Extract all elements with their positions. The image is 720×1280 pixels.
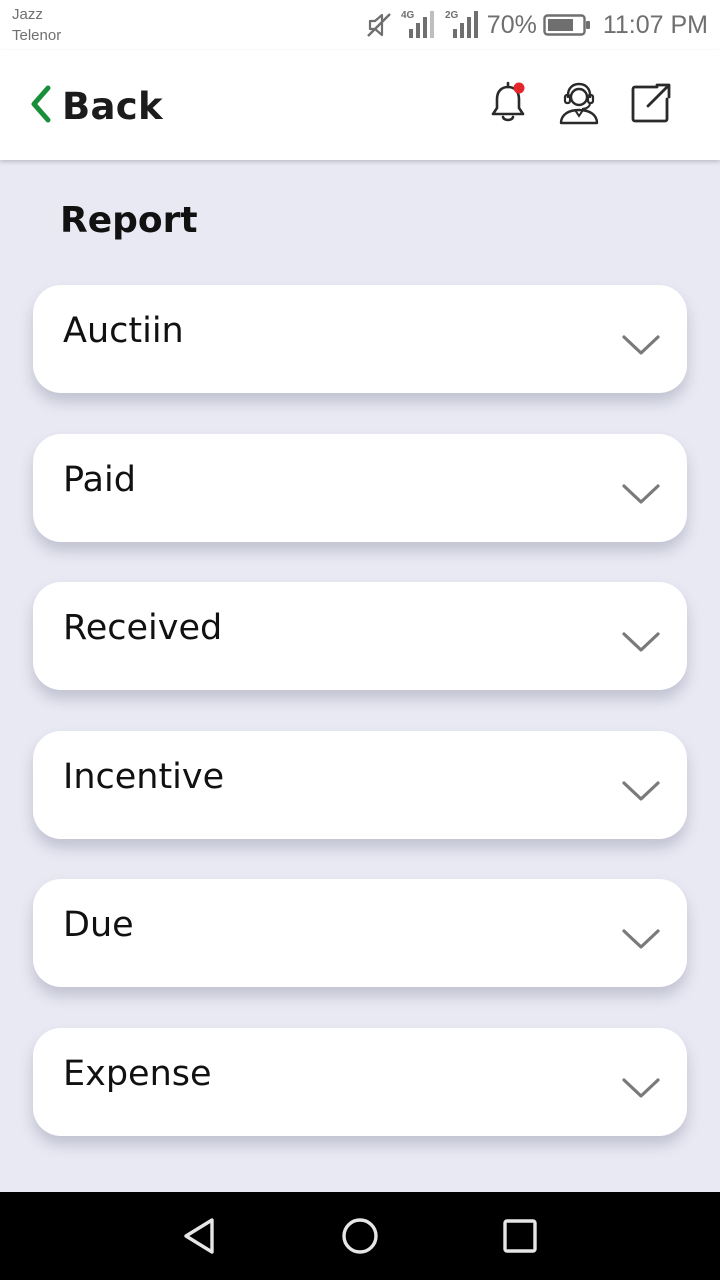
carrier-info: Jazz Telenor xyxy=(12,4,61,46)
signal-4g-icon: 4G xyxy=(399,9,437,41)
report-item-received[interactable]: Received xyxy=(33,582,687,690)
report-item-label: Auctiin xyxy=(63,311,184,351)
notification-dot xyxy=(513,82,525,94)
carrier-name-1: Jazz xyxy=(12,6,43,23)
chevron-down-icon xyxy=(621,482,661,510)
external-link-icon xyxy=(629,81,673,129)
back-triangle-icon xyxy=(180,1216,220,1260)
carrier-name-2: Telenor xyxy=(12,27,62,44)
back-label: Back xyxy=(62,84,163,128)
report-item-label: Due xyxy=(63,905,134,945)
status-bar: Jazz Telenor 4G 2G 70% 11:07 PM xyxy=(0,0,720,50)
chevron-left-icon xyxy=(28,84,54,128)
bell-icon xyxy=(488,81,528,129)
page-title: Report xyxy=(60,200,198,241)
report-item-due[interactable]: Due xyxy=(33,879,687,987)
report-item-label: Received xyxy=(63,608,223,648)
app-bar: Back xyxy=(0,50,720,160)
battery-icon xyxy=(543,13,591,37)
support-agent-icon xyxy=(557,81,601,129)
chevron-down-icon xyxy=(621,779,661,807)
battery-percent: 70% xyxy=(486,10,537,39)
report-item-incentive[interactable]: Incentive xyxy=(33,730,687,839)
chevron-down-icon xyxy=(621,630,661,658)
notifications-button[interactable] xyxy=(483,80,533,130)
recents-square-icon xyxy=(500,1216,540,1260)
mute-icon xyxy=(365,11,393,39)
chevron-down-icon xyxy=(621,927,661,955)
signal-2g-icon: 2G xyxy=(443,9,481,41)
report-item-expense[interactable]: Expense xyxy=(33,1027,687,1136)
chevron-down-icon xyxy=(621,1076,661,1104)
back-button[interactable]: Back xyxy=(28,80,163,132)
report-item-label: Paid xyxy=(63,459,136,500)
nav-home-button[interactable] xyxy=(332,1210,388,1266)
report-item-auction[interactable]: Auctiin xyxy=(33,285,687,393)
network-2g-label: 2G xyxy=(445,10,459,21)
report-item-paid[interactable]: Paid xyxy=(33,433,687,542)
report-item-label: Incentive xyxy=(63,756,225,797)
nav-back-button[interactable] xyxy=(172,1210,228,1266)
home-circle-icon xyxy=(340,1216,380,1260)
clock: 11:07 PM xyxy=(602,10,708,39)
status-icons: 4G 2G 70% 11:07 PM xyxy=(365,7,708,43)
network-4g-label: 4G xyxy=(401,10,415,21)
support-button[interactable] xyxy=(554,80,604,130)
share-button[interactable] xyxy=(626,80,676,130)
system-nav-bar xyxy=(0,1192,720,1280)
chevron-down-icon xyxy=(621,333,661,361)
nav-recents-button[interactable] xyxy=(492,1210,548,1266)
report-list: Auctiin Paid Received Incentive Due Expe… xyxy=(33,285,687,1176)
report-item-label: Expense xyxy=(63,1053,212,1094)
